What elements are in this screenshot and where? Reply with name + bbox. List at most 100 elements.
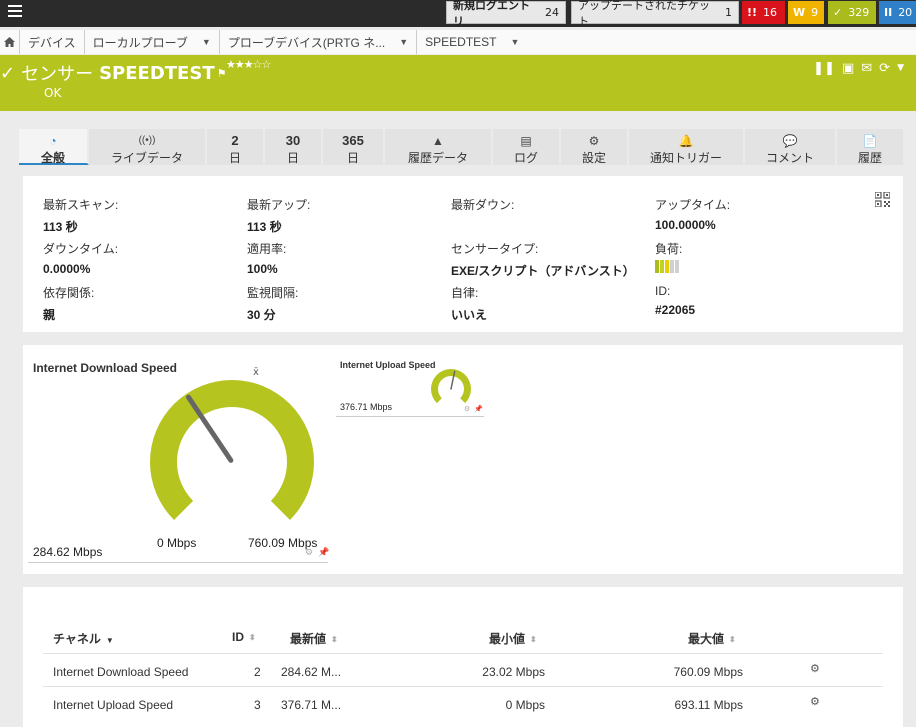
pause-icon: II (884, 6, 893, 19)
top-bar: 新規ログエントリ 24 アップデートされたチケット 1 !! 16 W9 ✓ 329 I… (0, 0, 916, 28)
sort-icon: ⬍ (530, 635, 537, 645)
gauge-settings-icon[interactable]: ⚙ (305, 548, 313, 558)
up-badge[interactable]: ✓ 329 (828, 1, 876, 24)
cell-maximum: 693.11 Mbps (674, 698, 744, 712)
info-coverage: 適用率: 100% (247, 240, 286, 276)
tab-2-days[interactable]: 2 日 (207, 129, 265, 165)
header-label: チャネル (53, 632, 101, 646)
tab-label: 設定 (581, 151, 606, 165)
new-log-count: 24 (545, 6, 559, 19)
tab-label: 履歴データ (407, 151, 468, 165)
tab-365-days[interactable]: 365 日 (323, 129, 385, 165)
header-channel[interactable]: チャネル ▼ (53, 630, 114, 647)
new-log-entries-button[interactable]: 新規ログエントリ 24 (446, 0, 566, 28)
updated-tickets-button[interactable]: アップデートされたチケット 1 (571, 0, 739, 28)
chart-icon: ▲ (432, 134, 444, 148)
pause-icon[interactable]: ❚❚ (813, 61, 835, 76)
tab-log[interactable]: ▤ ログ (493, 129, 561, 165)
alarm-badge[interactable]: !! 16 (742, 1, 785, 24)
channel-settings-icon[interactable]: ⚙ (810, 695, 820, 708)
cell-channel[interactable]: Internet Upload Speed (53, 698, 173, 712)
download-gauge[interactable] (140, 370, 324, 530)
tab-label: ログ (513, 151, 538, 165)
pin-icon[interactable]: 📌 (318, 548, 329, 558)
cell-channel[interactable]: Internet Download Speed (53, 665, 188, 679)
tab-notification-triggers[interactable]: 🔔 通知トリガー (629, 129, 745, 165)
info-autonomous: 自律: いいえ (451, 284, 487, 323)
report-icon[interactable]: ▣ (842, 61, 854, 76)
priority-stars[interactable]: ★★★☆☆ (226, 58, 271, 71)
warning-count: 9 (811, 6, 819, 19)
info-last-scan: 最新スキャン: 113 秒 (43, 196, 118, 235)
chevron-down-icon[interactable]: ▼ (511, 37, 520, 47)
sort-down-icon: ▼ (105, 636, 114, 645)
info-downtime: ダウンタイム: 0.0000% (43, 240, 118, 276)
tab-overview[interactable]: ◔ 全般 (19, 129, 89, 165)
breadcrumb-label: デバイス (28, 35, 76, 50)
load-segment (675, 260, 679, 273)
info-key: 負荷: (655, 242, 683, 256)
email-icon[interactable]: ✉ (861, 61, 872, 76)
load-segment (665, 260, 669, 273)
cell-maximum: 760.09 Mbps (673, 665, 743, 679)
flag-icon[interactable]: ⚑ (217, 67, 227, 80)
pin-icon[interactable]: 📌 (474, 405, 483, 413)
cell-id: 2 (254, 665, 261, 679)
alarm-icon: !! (747, 6, 758, 19)
breadcrumb-probe-device[interactable]: プローブデバイス(PRTG ネ... ▼ (218, 30, 416, 54)
tab-history[interactable]: 📄 履歴 (837, 129, 905, 165)
chevron-down-icon[interactable]: ▼ (897, 61, 904, 76)
header-last-value[interactable]: 最新値 ⬍ (290, 630, 338, 647)
log-icon: ▤ (520, 134, 532, 148)
history-icon: 📄 (862, 134, 878, 148)
status-check-icon: ✓ (0, 62, 16, 84)
gauge-settings-icon[interactable]: ⚙ (464, 405, 470, 413)
info-value: 親 (43, 308, 56, 322)
home-icon[interactable] (0, 30, 19, 54)
download-min-label: 0 Mbps (157, 536, 197, 550)
header-minimum[interactable]: 最小値 ⬍ (489, 630, 537, 647)
sensor-prefix: センサー (21, 64, 94, 85)
header-maximum[interactable]: 最大値 ⬍ (688, 630, 736, 647)
info-value: #22065 (655, 303, 696, 317)
header-label: 最小値 (489, 632, 526, 646)
breadcrumb-local-probe[interactable]: ローカルプローブ ▼ (83, 30, 219, 54)
table-row[interactable]: Internet Upload Speed 3 376.71 M... 0 Mb… (43, 686, 883, 719)
chevron-down-icon[interactable]: ▼ (399, 37, 408, 47)
menu-icon[interactable] (8, 5, 22, 17)
tab-live-data[interactable]: ((•)) ライブデータ (89, 129, 207, 165)
page-title: ✓ センサー SPEEDTEST ⚑ (0, 60, 226, 86)
refresh-icon[interactable]: ⟳ (879, 61, 890, 76)
tab-settings[interactable]: ⚙ 設定 (561, 129, 629, 165)
channel-settings-icon[interactable]: ⚙ (810, 662, 820, 675)
tab-label: 全般 (40, 151, 65, 165)
tab-historic-data[interactable]: ▲ 履歴データ (385, 129, 493, 165)
info-interval: 監視間隔: 30 分 (247, 284, 298, 323)
tab-number: 365 (342, 133, 364, 148)
qr-code-icon[interactable] (875, 192, 890, 207)
info-value: いいえ (451, 308, 488, 322)
tab-comments[interactable]: 💬 コメント (745, 129, 837, 165)
breadcrumb-speedtest[interactable]: SPEEDTEST ▼ (416, 30, 527, 54)
tab-label: ライブデータ (110, 151, 183, 165)
load-indicator (655, 260, 682, 273)
breadcrumb-label: プローブデバイス(PRTG ネ... (227, 35, 386, 50)
upload-gauge[interactable] (425, 367, 477, 409)
info-load: 負荷: (655, 240, 682, 273)
check-icon: ✓ (833, 6, 843, 19)
info-dependency: 依存関係: 親 (43, 284, 94, 323)
chevron-down-icon[interactable]: ▼ (202, 37, 211, 47)
bell-icon: 🔔 (678, 134, 694, 148)
breadcrumb-devices[interactable]: デバイス (19, 30, 84, 54)
updated-tickets-label: アップデートされたチケット (578, 0, 710, 28)
header-label: ID (232, 630, 244, 644)
paused-count: 20 (898, 6, 913, 19)
table-row[interactable]: Internet Download Speed 2 284.62 M... 23… (43, 653, 883, 686)
tab-30-days[interactable]: 30 日 (265, 129, 323, 165)
info-value: EXE/スクリプト（アドバンスト） (451, 264, 635, 278)
paused-badge[interactable]: II 20 (879, 1, 916, 24)
divider (28, 562, 328, 563)
header-id[interactable]: ID ⬍ (232, 630, 256, 644)
info-key: ID: (655, 284, 671, 298)
warning-badge[interactable]: W9 (788, 1, 824, 24)
